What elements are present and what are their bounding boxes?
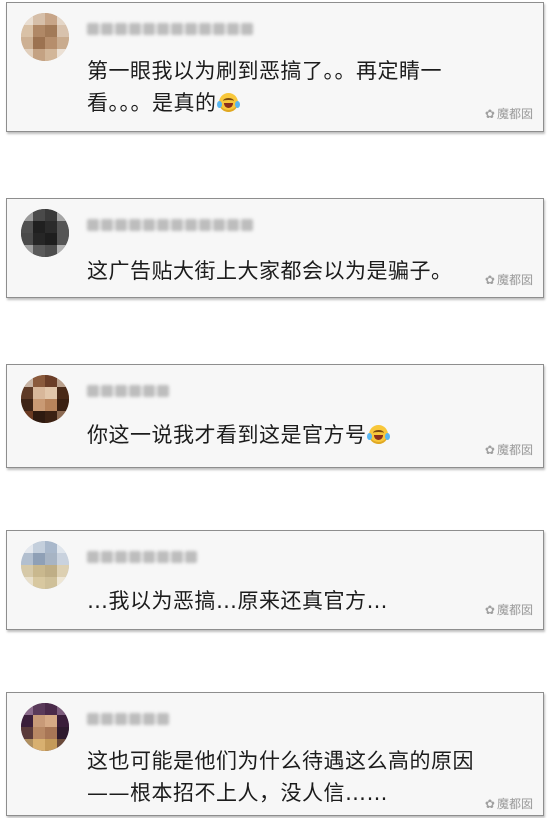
watermark-text: 魔都囡 [496,107,533,121]
watermark-text: 魔都囡 [496,443,533,457]
avatar[interactable] [21,541,69,589]
comment-card-1: 第一眼我以为刷到恶搞了。。再定睛一 看。。。是真的 ✿ 魔都囡 [6,2,544,132]
avatar[interactable] [21,209,69,257]
comment-line: 这也可能是他们为什么待遇这么高的原因 [87,749,474,773]
watermark: ✿ 魔都囡 [485,441,533,458]
comment-line: 看。。。是真的 [87,87,442,119]
comment-line: …我以为恶搞…原来还真官方… [87,589,388,613]
comment-card-3: 你这一说我才看到这是官方号 ✿ 魔都囡 [6,364,544,468]
avatar[interactable] [21,703,69,751]
comment-line: 你这一说我才看到这是官方号 [87,419,390,451]
watermark-text: 魔都囡 [496,603,533,617]
comment-card-4: …我以为恶搞…原来还真官方… ✿ 魔都囡 [6,530,544,630]
comment-screenshot-collage: 第一眼我以为刷到恶搞了。。再定睛一 看。。。是真的 ✿ 魔都囡 这广告贴大街上大… [0,0,550,818]
comment-text: 这也可能是他们为什么待遇这么高的原因 ——根本招不上人，没人信…… [87,745,474,809]
comment-card-2: 这广告贴大街上大家都会以为是骗子。 ✿ 魔都囡 [6,198,544,298]
comment-line: 这广告贴大街上大家都会以为是骗子。 [87,259,453,283]
username-blurred[interactable] [87,23,253,39]
comment-line-text: 你这一说我才看到这是官方号 [87,423,367,447]
username-blurred[interactable] [87,713,169,729]
watermark-text: 魔都囡 [496,273,533,287]
avatar[interactable] [21,13,69,61]
comment-text: …我以为恶搞…原来还真官方… [87,585,388,617]
avatar[interactable] [21,375,69,423]
comment-line-text: 看。。。是真的 [87,91,217,115]
watermark: ✿ 魔都囡 [485,105,533,122]
watermark: ✿ 魔都囡 [485,271,533,288]
comment-text: 第一眼我以为刷到恶搞了。。再定睛一 看。。。是真的 [87,55,442,119]
wechat-icon: ✿ [484,273,495,287]
watermark: ✿ 魔都囡 [485,795,533,812]
comment-card-5: 这也可能是他们为什么待遇这么高的原因 ——根本招不上人，没人信…… ✿ 魔都囡 [6,692,544,816]
watermark: ✿ 魔都囡 [485,601,533,618]
laugh-cry-emoji-icon [216,93,240,112]
wechat-icon: ✿ [484,603,495,617]
comment-line: 第一眼我以为刷到恶搞了。。再定睛一 [87,59,442,83]
username-blurred[interactable] [87,551,197,567]
comment-line: ——根本招不上人，没人信…… [87,781,388,805]
comment-text: 这广告贴大街上大家都会以为是骗子。 [87,255,453,287]
username-blurred[interactable] [87,219,253,235]
wechat-icon: ✿ [484,443,495,457]
username-blurred[interactable] [87,385,169,401]
wechat-icon: ✿ [484,107,495,121]
laugh-cry-emoji-icon [366,425,390,444]
wechat-icon: ✿ [484,797,495,811]
watermark-text: 魔都囡 [496,797,533,811]
comment-text: 你这一说我才看到这是官方号 [87,419,390,451]
